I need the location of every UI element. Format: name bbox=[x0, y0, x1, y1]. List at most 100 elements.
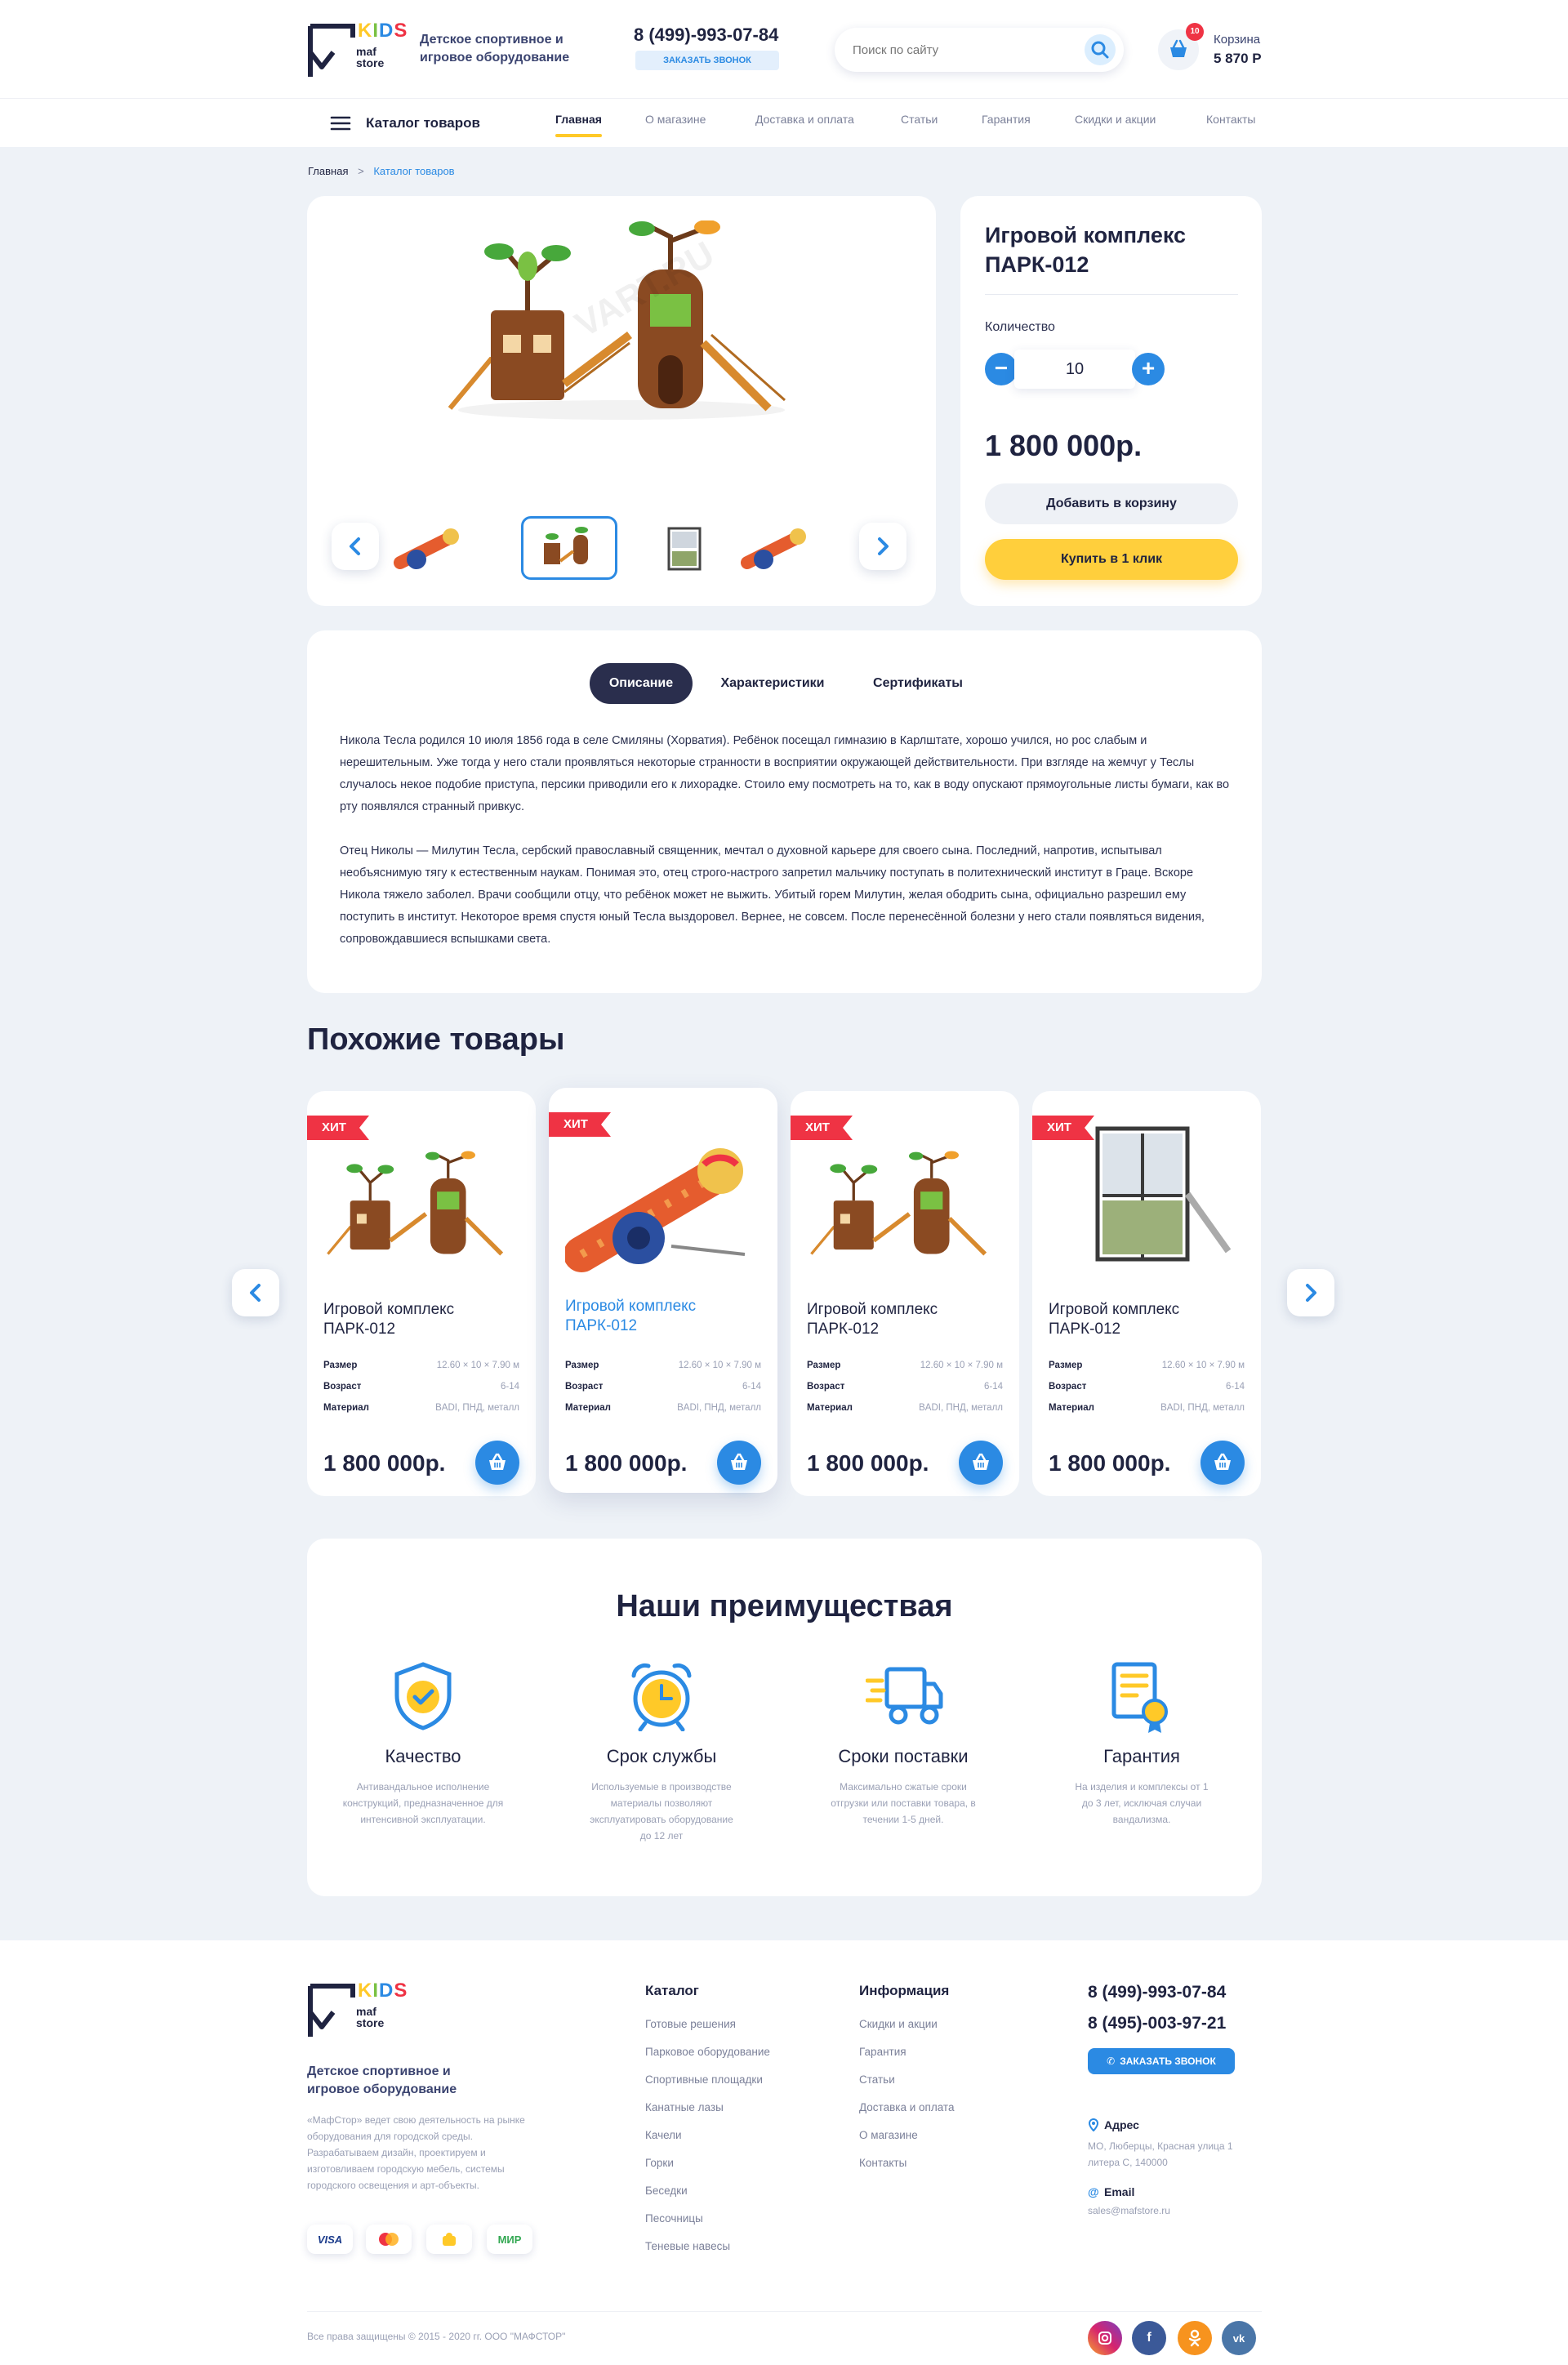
catalog-menu-button[interactable]: Каталог товаров bbox=[330, 114, 510, 133]
address-label: Адрес bbox=[1104, 2118, 1139, 2131]
footer-link[interactable]: Канатные лазы bbox=[645, 2094, 825, 2122]
tab-certificates[interactable]: Сертификаты bbox=[849, 663, 987, 704]
nav-item-articles[interactable]: Статьи bbox=[901, 113, 938, 137]
footer-link[interactable]: Качели bbox=[645, 2122, 825, 2149]
footer-link[interactable]: Скидки и акции bbox=[859, 2011, 1039, 2038]
footer-divider bbox=[307, 2311, 1262, 2312]
order-call-button[interactable]: заказать звонок bbox=[635, 51, 779, 70]
product-price: 1 800 000р. bbox=[1049, 1450, 1171, 1476]
product-card[interactable]: ХИТ Игровой комплекс ПАРК-012 Размер 12.6… bbox=[791, 1091, 1019, 1496]
footer-logo[interactable]: KIDS maf store bbox=[307, 1980, 413, 2040]
add-to-cart-button[interactable] bbox=[475, 1441, 519, 1485]
product-card[interactable]: ХИТ Игровой комплекс ПАРК-012 Размер 12.6… bbox=[1032, 1091, 1261, 1496]
advantage-title: Срок службы bbox=[606, 1746, 717, 1766]
footer-call-label: заказать звонок bbox=[1120, 2055, 1216, 2067]
gallery-thumb-4[interactable] bbox=[728, 516, 824, 580]
spec-value: 12.60 × 10 × 7.90 м bbox=[436, 1361, 519, 1370]
gallery-next-button[interactable] bbox=[859, 523, 906, 570]
site-footer: KIDS maf store Детское спортивное и игро… bbox=[0, 1940, 1568, 2365]
footer-phone-1[interactable]: 8 (499)-993-07-84 bbox=[1088, 1983, 1226, 2002]
product-image bbox=[1095, 1126, 1232, 1262]
add-to-cart-button[interactable] bbox=[717, 1441, 761, 1485]
nav-item-contacts[interactable]: Контакты bbox=[1206, 113, 1255, 137]
gallery-prev-button[interactable] bbox=[332, 523, 379, 570]
spec-value: 6-14 bbox=[983, 1382, 1003, 1392]
breadcrumb-current[interactable]: Каталог товаров bbox=[373, 165, 454, 177]
hit-badge: ХИТ bbox=[549, 1112, 611, 1137]
header-phone[interactable]: 8 (499)-993-07-84 bbox=[634, 24, 778, 46]
basket-icon bbox=[973, 1453, 989, 1470]
site-tagline: Детское спортивное и игровое оборудовани… bbox=[420, 33, 570, 65]
footer-link[interactable]: Доставка и оплата bbox=[859, 2094, 1039, 2122]
site-header: KIDS maf store Детское спортивное и игро… bbox=[0, 0, 1568, 98]
product-name[interactable]: Игровой комплекс ПАРК-012 bbox=[807, 1300, 970, 1339]
spec-value: BADI, ПНД, металл bbox=[1160, 1403, 1245, 1413]
nav-item-about[interactable]: О магазине bbox=[645, 113, 706, 137]
catalog-menu-label: Каталог товаров bbox=[366, 115, 480, 131]
add-to-cart-button[interactable]: Добавить в корзину bbox=[985, 483, 1238, 524]
tab-description[interactable]: Описание bbox=[590, 663, 693, 704]
footer-link[interactable]: Спортивные площадки bbox=[645, 2066, 825, 2094]
odnoklassniki-icon[interactable] bbox=[1178, 2321, 1212, 2355]
product-price: 1 800 000р. bbox=[985, 429, 1143, 462]
add-to-cart-button[interactable] bbox=[1200, 1441, 1245, 1485]
footer-link[interactable]: Теневые навесы bbox=[645, 2233, 825, 2260]
buy-one-click-button[interactable]: Купить в 1 клик bbox=[985, 539, 1238, 580]
footer-link[interactable]: Беседки bbox=[645, 2177, 825, 2205]
add-to-cart-button[interactable] bbox=[959, 1441, 1003, 1485]
breadcrumb: Главная > Каталог товаров bbox=[308, 165, 455, 177]
nav-item-sales[interactable]: Скидки и акции bbox=[1075, 113, 1156, 137]
footer-link[interactable]: Гарантия bbox=[859, 2038, 1039, 2066]
product-card[interactable]: ХИТ Игровой комплекс ПАРК-012 Размер 12.6… bbox=[307, 1091, 536, 1496]
nav-item-guarantee[interactable]: Гарантия bbox=[982, 113, 1031, 137]
cart-total: 5 870 Р bbox=[1214, 51, 1262, 66]
product-image bbox=[327, 1151, 504, 1256]
copyright: Все права защищены © 2015 - 2020 гг. ООО… bbox=[307, 2331, 566, 2342]
vk-icon[interactable]: vk bbox=[1222, 2321, 1256, 2355]
cart-button[interactable]: 10 bbox=[1158, 23, 1204, 70]
search-input[interactable] bbox=[853, 38, 1065, 62]
nav-item-delivery[interactable]: Доставка и оплата bbox=[755, 113, 854, 137]
logo-store: store bbox=[356, 56, 385, 69]
footer-link[interactable]: Песочницы bbox=[645, 2205, 825, 2233]
footer-link[interactable]: Горки bbox=[645, 2149, 825, 2177]
gallery-thumb-3[interactable] bbox=[636, 516, 733, 580]
footer-link[interactable]: Готовые решения bbox=[645, 2011, 825, 2038]
footer-link[interactable]: Парковое оборудование bbox=[645, 2038, 825, 2066]
quantity-increase-button[interactable]: + bbox=[1132, 353, 1165, 385]
search-button[interactable] bbox=[1085, 34, 1116, 65]
similar-next-button[interactable] bbox=[1287, 1269, 1334, 1316]
product-name[interactable]: Игровой комплекс ПАРК-012 bbox=[565, 1297, 728, 1336]
email-link[interactable]: sales@mafstore.ru bbox=[1088, 2205, 1170, 2216]
quantity-decrease-button[interactable]: − bbox=[985, 353, 1018, 385]
breadcrumb-home[interactable]: Главная bbox=[308, 165, 348, 177]
footer-phone-2[interactable]: 8 (495)-003-97-21 bbox=[1088, 2014, 1226, 2033]
footer-link[interactable]: О магазине bbox=[859, 2122, 1039, 2149]
spec-value: 12.60 × 10 × 7.90 м bbox=[920, 1361, 1003, 1370]
logo[interactable]: KIDS maf store bbox=[307, 20, 407, 80]
description-paragraph-2: Отец Николы — Милутин Тесла, сербский пр… bbox=[340, 844, 1205, 946]
footer-info: Информация Скидки и акции Гарантия Стать… bbox=[859, 1983, 1039, 2177]
facebook-icon[interactable]: f bbox=[1132, 2321, 1166, 2355]
gallery-thumb-2[interactable] bbox=[521, 516, 617, 580]
footer-link[interactable]: Статьи bbox=[859, 2066, 1039, 2094]
footer-call-button[interactable]: ✆ заказать звонок bbox=[1088, 2048, 1235, 2074]
nav-item-home[interactable]: Главная bbox=[555, 113, 602, 137]
spec-value: 6-14 bbox=[742, 1382, 761, 1392]
chevron-right-icon bbox=[878, 537, 889, 555]
advantage-title: Гарантия bbox=[1103, 1746, 1180, 1766]
product-card[interactable]: ХИТ Игровой комплекс ПАРК-012 Размер 12.6… bbox=[549, 1088, 777, 1493]
instagram-icon[interactable] bbox=[1088, 2321, 1122, 2355]
hit-badge: ХИТ bbox=[307, 1116, 369, 1140]
tab-characteristics[interactable]: Характеристики bbox=[704, 663, 841, 704]
quantity-input[interactable]: 10 bbox=[1014, 350, 1135, 389]
spec-value: BADI, ПНД, металл bbox=[919, 1403, 1003, 1413]
advantage-lifetime: Срок службы Используемые в производстве … bbox=[564, 1746, 760, 1844]
footer-link[interactable]: Контакты bbox=[859, 2149, 1039, 2177]
gallery-thumb-1[interactable] bbox=[381, 516, 477, 580]
spec-label: Материал bbox=[807, 1403, 853, 1413]
similar-prev-button[interactable] bbox=[232, 1269, 279, 1316]
product-name[interactable]: Игровой комплекс ПАРК-012 bbox=[323, 1300, 487, 1339]
product-gallery: VART.RU bbox=[307, 196, 936, 606]
product-name[interactable]: Игровой комплекс ПАРК-012 bbox=[1049, 1300, 1212, 1339]
